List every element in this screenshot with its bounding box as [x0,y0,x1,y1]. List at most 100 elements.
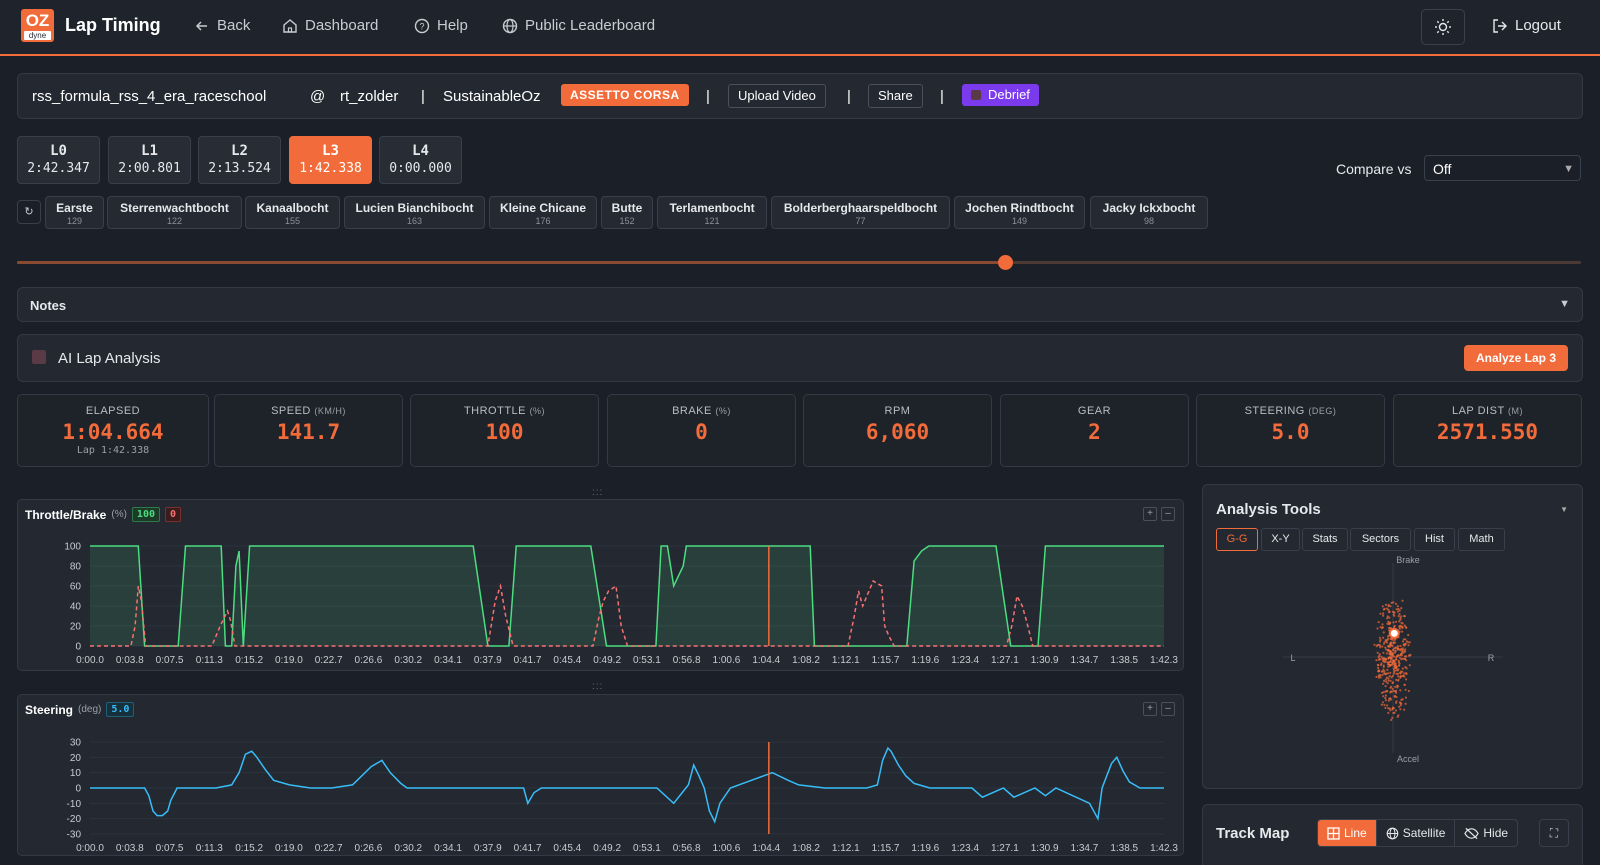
ozdyne-logo[interactable]: OZ dyne [21,9,54,42]
debrief-button[interactable]: Debrief [962,84,1039,106]
gg-point [1379,658,1382,661]
tab-stats[interactable]: Stats [1302,528,1348,551]
tab-gg[interactable]: G-G [1216,528,1258,551]
notes-panel[interactable]: Notes ▼ [17,287,1583,322]
ai-analysis-panel: AI Lap Analysis Analyze Lap 3 [17,334,1583,382]
home-icon [283,18,297,33]
theme-toggle-button[interactable] [1421,9,1465,45]
gg-point [1387,677,1390,680]
drag-handle[interactable]: ::: [592,681,603,692]
lap-button-l0[interactable]: L0 2:42.347 [17,136,100,184]
satellite-mode-button[interactable]: Satellite [1377,820,1456,846]
x-tick-label: 0:41.7 [514,655,542,666]
analyze-lap-button[interactable]: Analyze Lap 3 [1463,345,1568,371]
gg-point [1386,635,1390,638]
metric-value: 0 [695,420,708,444]
tab-math[interactable]: Math [1458,528,1505,551]
gg-point [1389,679,1392,682]
slider-thumb[interactable] [998,255,1014,270]
corner-chip[interactable]: Jacky Ickxbocht 98 [1090,196,1208,229]
corner-value: 98 [1143,216,1154,226]
gg-point [1377,669,1380,672]
tab-hist[interactable]: Hist [1414,528,1455,551]
ai-icon [32,350,46,364]
metric-label: LAP DIST [1451,405,1505,417]
gg-point [1382,682,1385,685]
dashboard-link[interactable]: Dashboard [282,17,378,34]
corner-chip[interactable]: Terlamenbocht 121 [657,196,767,229]
gg-point [1390,676,1393,679]
lap-button-l4[interactable]: L4 0:00.000 [379,136,462,184]
gg-point [1398,613,1401,616]
chevron-down-icon[interactable]: ▼ [1560,505,1568,514]
tab-xy[interactable]: X-Y [1261,528,1300,551]
x-tick-label: 1:04.4 [752,655,780,666]
share-button[interactable]: Share [868,84,923,108]
corner-chip[interactable]: Bolderberghaarspeldbocht 77 [771,196,950,229]
hide-map-button[interactable]: Hide [1455,820,1517,846]
gg-point [1391,610,1394,613]
corner-chip[interactable]: Butte 152 [601,196,653,229]
corner-chip[interactable]: Earste 129 [45,196,104,229]
gg-point [1387,603,1390,606]
lap-button-l3[interactable]: L3 1:42.338 [289,136,372,184]
help-link[interactable]: ? Help [414,17,468,34]
y-tick-label: 20 [70,622,82,633]
gg-point [1402,643,1406,646]
tab-sectors[interactable]: Sectors [1350,528,1411,551]
gg-point [1393,614,1396,617]
x-tick-label: 1:27.1 [991,655,1019,666]
gg-point [1384,685,1387,688]
gg-point [1393,670,1396,673]
corner-chip[interactable]: Kleine Chicane 176 [489,196,597,229]
refresh-corners-button[interactable]: ↻ [17,200,41,224]
x-tick-label: 1:30.9 [1031,655,1059,666]
metric-unit: (KM/H) [314,406,346,416]
x-tick-label: 0:19.0 [275,843,303,854]
gg-point [1392,667,1395,670]
corner-chip[interactable]: Sterrenwachtbocht 122 [107,196,242,229]
gg-point [1392,659,1395,662]
gg-diagram[interactable]: Brake Accel L R [1203,555,1582,780]
gg-point [1381,605,1384,608]
gg-point [1381,701,1385,704]
compare-select[interactable]: Off ▼ [1424,155,1581,181]
steering-plot[interactable]: 30 20 10 0 -10 -20 -30 0:00.0 0:03.8 0:07.5 0:11.3… [18,695,1183,855]
gg-point [1384,639,1387,642]
logout-label: Logout [1515,17,1561,34]
corner-chip[interactable]: Lucien Bianchibocht 163 [344,196,485,229]
corner-chip[interactable]: Jochen Rindtbocht 149 [954,196,1085,229]
gg-point [1392,601,1395,604]
gg-point [1395,691,1398,694]
line-mode-button[interactable]: Line [1318,820,1377,846]
hide-map-label: Hide [1483,826,1509,840]
gg-point [1387,665,1390,668]
drag-handle[interactable]: ::: [592,487,603,498]
gg-point [1388,610,1391,613]
lap-time: 1:42.338 [299,161,362,176]
gg-point [1385,641,1389,644]
corner-name: Jacky Ickxbocht [1102,201,1196,215]
gg-point [1391,681,1394,685]
lap-position-slider[interactable] [17,255,1581,270]
logout-button[interactable]: Logout [1492,17,1561,34]
gg-point [1379,626,1382,629]
lap-button-l1[interactable]: L1 2:00.801 [108,136,191,184]
lap-button-l2[interactable]: L2 2:13.524 [198,136,281,184]
arrow-left-icon [195,20,207,31]
chevron-down-icon[interactable]: ▼ [1559,298,1570,310]
fullscreen-button[interactable]: ⛶ [1539,819,1569,847]
gg-point [1382,636,1385,639]
leaderboard-link[interactable]: Public Leaderboard [502,17,655,34]
gg-point [1375,675,1378,678]
throttle-brake-plot[interactable]: 100 80 60 40 20 0 0:00.0 0:03.8 0:07.5 0:11.3 0:15… [18,500,1183,670]
gg-point [1396,647,1400,650]
back-link[interactable]: Back [194,17,250,34]
upload-video-button[interactable]: Upload Video [728,84,826,108]
metric-value: 2 [1088,420,1101,444]
metric-label: BRAKE [672,405,712,417]
gg-point [1394,649,1397,652]
separator: | [706,88,710,105]
gg-point [1403,657,1406,661]
corner-chip[interactable]: Kanaalbocht 155 [245,196,340,229]
